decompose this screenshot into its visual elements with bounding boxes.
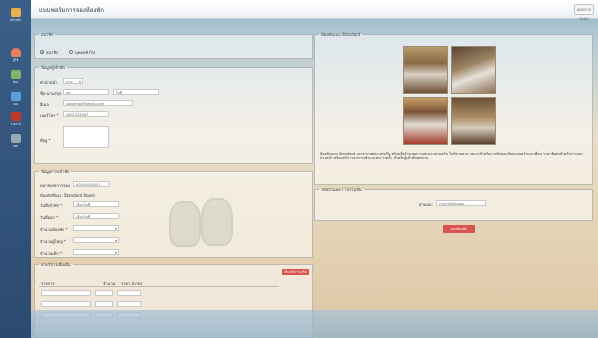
- promo-fieldset: รหัสส่วนลด / โปรโมชั่น ส่วนลด: กรอกรหัสส…: [314, 186, 593, 221]
- promo-label: ส่วนลด:: [419, 202, 433, 207]
- checkout-input[interactable]: เลือกวันที่: [73, 213, 119, 219]
- prefix-select[interactable]: นาย: [63, 78, 83, 84]
- page-title: แบบฟอร์มการจองห้องพัก: [39, 7, 104, 14]
- user-icon: [10, 47, 21, 57]
- home-icon: [10, 7, 21, 17]
- sidebar-item-user[interactable]: ผู้ใช้: [2, 46, 29, 64]
- exit-icon: [10, 133, 21, 143]
- rooms-select[interactable]: [73, 225, 119, 231]
- customer-legend: ข้อมูลผู้เข้าพัก: [41, 65, 65, 70]
- booking-id-label: หมายเลขการจอง: [40, 183, 70, 188]
- sidebar-item-label: หน้าหลัก: [9, 17, 22, 22]
- room-photo-3: [403, 97, 448, 145]
- promo-legend: รหัสส่วนลด / โปรโมชั่น: [321, 187, 362, 192]
- sidebar-item-home[interactable]: หน้าหลัก: [2, 6, 29, 24]
- sidebar-item-booking[interactable]: จอง: [2, 90, 29, 108]
- submit-booking-button[interactable]: จองห้องพัก: [443, 225, 475, 233]
- main-content: สมาชิก สมาชิก บุคคลทั่วไป ข้อมูลผู้เข้าพ…: [31, 18, 598, 338]
- children-label: จำนวนเด็ก *: [40, 251, 62, 256]
- last-name-input[interactable]: ใจดี: [113, 89, 159, 95]
- phone-label: เบอร์โทร *: [40, 113, 59, 118]
- email-input[interactable]: songkran@gmail.com: [63, 100, 133, 106]
- sidebar-item-label: รายงาน: [10, 121, 21, 126]
- member-legend: สมาชิก: [41, 32, 54, 37]
- children-select[interactable]: [73, 249, 119, 255]
- room-photo-4: [451, 97, 496, 145]
- rooms-label: จำนวนห้องพัก *: [40, 227, 68, 232]
- extras-price-input[interactable]: [117, 301, 141, 307]
- room-icon: [10, 69, 21, 79]
- bottom-strip: [31, 310, 598, 338]
- room-legend: ห้องพักแบบ Standard: [321, 32, 361, 37]
- first-name-input[interactable]: สุข: [63, 89, 109, 95]
- booking-fieldset: ข้อมูลการเข้าพัก หมายเลขการจอง 000000000…: [34, 168, 313, 258]
- booking-icon: [10, 91, 21, 101]
- adults-select[interactable]: [73, 237, 119, 243]
- checkout-label: วันที่ออก *: [40, 215, 59, 220]
- name-label: ชื่อ-นามสกุล *: [40, 91, 65, 96]
- room-photo-1: [403, 46, 448, 94]
- member-fieldset: สมาชิก สมาชิก บุคคลทั่วไป: [34, 31, 313, 59]
- sidebar-item-label: ออก: [12, 143, 19, 148]
- extras-price-input[interactable]: [117, 290, 141, 296]
- booking-id-input: 00000000007: [73, 181, 109, 187]
- checkin-label: วันที่เข้าพัก *: [40, 203, 63, 208]
- extras-legend: ค่าบริการเพิ่มเติม: [41, 262, 71, 267]
- sidebar-item-label: จอง: [12, 101, 19, 106]
- extras-item-input[interactable]: [41, 290, 91, 296]
- extras-header-divider: [39, 286, 279, 287]
- promo-input[interactable]: กรอกรหัสส่วนลด: [436, 200, 486, 206]
- sidebar-item-label: ห้อง: [12, 79, 19, 84]
- general-option-label: บุคคลทั่วไป: [75, 50, 95, 55]
- add-extra-button[interactable]: เพิ่มบริการเสริม: [282, 269, 309, 275]
- logout-button[interactable]: ออกจากระบบ: [574, 4, 594, 21]
- booking-legend: ข้อมูลการเข้าพัก: [41, 169, 70, 174]
- top-bar: แบบฟอร์มการจองห้องพัก ออกจากระบบ: [31, 0, 598, 21]
- extras-qty-input[interactable]: [95, 301, 113, 307]
- member-radio[interactable]: [40, 50, 44, 54]
- sidebar-item-report[interactable]: รายงาน: [2, 110, 29, 128]
- sidebar-item-exit[interactable]: ออก: [2, 132, 29, 150]
- extras-item-input[interactable]: [41, 301, 91, 307]
- sidebar-item-label: ผู้ใช้: [12, 57, 19, 62]
- room-photo-2: [451, 46, 496, 94]
- report-icon: [10, 111, 21, 121]
- general-radio[interactable]: [69, 50, 73, 54]
- extras-qty-input[interactable]: [95, 290, 113, 296]
- room-description: ห้องพักแบบ Standard บรรยากาศสบายร่มรื่น …: [320, 152, 583, 161]
- address-textarea[interactable]: [63, 126, 109, 148]
- member-option-label: สมาชิก: [46, 50, 59, 55]
- sidebar-item-room[interactable]: ห้อง: [2, 68, 29, 86]
- prefix-label: คำนำหน้า: [40, 80, 58, 85]
- phone-input[interactable]: 0801234567: [63, 111, 109, 117]
- room-fieldset: ห้องพักแบบ Standard ห้องพักแบบ Standard …: [314, 31, 593, 185]
- email-label: อีเมล: [40, 102, 49, 107]
- app-sidebar: หน้าหลัก ผู้ใช้ ห้อง จอง รายงาน ออก: [0, 0, 31, 338]
- adults-label: จำนวนผู้ใหญ่ *: [40, 239, 66, 244]
- customer-fieldset: ข้อมูลผู้เข้าพัก คำนำหน้า นาย ชื่อ-นามสก…: [34, 64, 313, 164]
- address-label: ที่อยู่ *: [40, 138, 51, 143]
- room-type-label: ห้องพักที่จอง: Standard Room: [40, 193, 95, 198]
- checkin-input[interactable]: เลือกวันที่: [73, 201, 119, 207]
